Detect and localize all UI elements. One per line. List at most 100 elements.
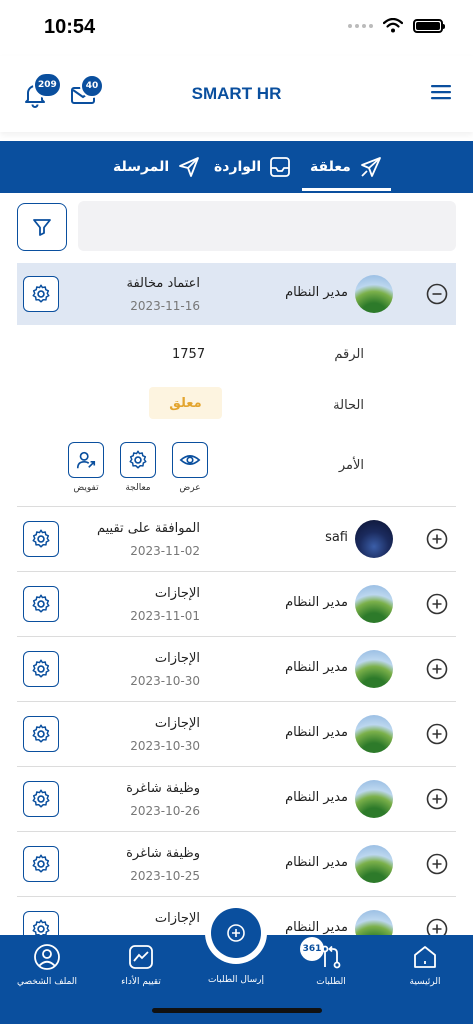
- tab-pending[interactable]: معلقة: [302, 141, 391, 193]
- request-title: الموافقة على تقييم: [96, 521, 200, 536]
- profile-icon: [34, 944, 60, 970]
- number-label: الرقم: [334, 347, 364, 362]
- divider: [17, 636, 456, 637]
- process-button[interactable]: [23, 276, 59, 312]
- gear-icon: [129, 450, 147, 469]
- avatar: [355, 780, 393, 818]
- requests-badge: 361: [300, 937, 324, 961]
- view-label: عرض: [179, 483, 201, 493]
- status-icons: [348, 18, 445, 33]
- plus-circle-icon: [227, 924, 245, 942]
- request-date: 2023-10-25: [130, 869, 200, 883]
- request-date: 2023-11-16: [130, 299, 200, 313]
- gear-icon: [32, 724, 50, 743]
- tab-label: المرسلة: [113, 159, 170, 175]
- process-button[interactable]: [23, 586, 59, 622]
- gear-icon: [32, 284, 50, 303]
- avatar: [355, 585, 393, 623]
- menu-button[interactable]: [429, 82, 453, 102]
- request-row[interactable]: الإجازات 2023-10-30 مدير النظام: [17, 703, 456, 765]
- nav-label: الرئيسية: [409, 977, 441, 987]
- process-button[interactable]: [23, 846, 59, 882]
- collapse-icon[interactable]: [426, 283, 448, 305]
- nav-home[interactable]: الرئيسية: [380, 943, 470, 987]
- divider: [17, 766, 456, 767]
- search-input[interactable]: [78, 201, 456, 251]
- wifi-icon: [383, 18, 403, 33]
- request-title: الإجازات: [154, 911, 200, 926]
- status-badge: معلق: [149, 387, 222, 419]
- number-value: 1757: [172, 347, 206, 362]
- expand-icon[interactable]: [426, 593, 448, 615]
- expand-icon[interactable]: [426, 788, 448, 810]
- request-title: وظيفة شاغرة: [126, 846, 200, 861]
- status-bar: 10:54: [0, 0, 473, 56]
- gear-icon: [32, 594, 50, 613]
- tab-sent[interactable]: المرسلة: [113, 141, 201, 193]
- process-button[interactable]: [23, 781, 59, 817]
- sender-name: safi: [325, 530, 348, 545]
- process-action-button[interactable]: [120, 442, 156, 478]
- delegate-user-icon: [76, 451, 96, 469]
- avatar: [355, 715, 393, 753]
- hamburger-icon: [431, 85, 451, 100]
- sender-name: مدير النظام: [285, 855, 348, 870]
- process-button[interactable]: [23, 651, 59, 687]
- app-title: SMART HR: [191, 84, 282, 103]
- battery-icon: [413, 18, 445, 33]
- view-button[interactable]: [172, 442, 208, 478]
- nav-performance[interactable]: تقييم الأداء: [96, 943, 186, 987]
- send-request-button[interactable]: [211, 908, 261, 958]
- inbox-icon: [270, 157, 291, 177]
- request-row[interactable]: الموافقة على تقييم 2023-11-02 safi: [17, 508, 456, 570]
- expand-icon[interactable]: [426, 853, 448, 875]
- nav-label: الطلبات: [316, 977, 346, 987]
- nav-label: الملف الشخصي: [17, 977, 77, 987]
- nav-label: تقييم الأداء: [121, 977, 161, 987]
- nav-profile[interactable]: الملف الشخصي: [2, 943, 92, 987]
- request-date: 2023-10-26: [130, 804, 200, 818]
- sender-name: مدير النظام: [285, 725, 348, 740]
- request-row[interactable]: وظيفة شاغرة 2023-10-26 مدير النظام: [17, 768, 456, 830]
- sender-name: مدير النظام: [285, 790, 348, 805]
- request-title: وظيفة شاغرة: [126, 781, 200, 796]
- expand-icon[interactable]: [426, 723, 448, 745]
- divider: [17, 701, 456, 702]
- tab-inbox[interactable]: الواردة: [214, 141, 291, 193]
- sender-name: مدير النظام: [285, 285, 348, 300]
- sender-name: مدير النظام: [285, 595, 348, 610]
- nav-label: إرسال الطلبات: [207, 975, 265, 985]
- request-row[interactable]: الإجازات 2023-11-01 مدير النظام: [17, 573, 456, 635]
- nav-send-requests-label-wrap: إرسال الطلبات: [191, 975, 281, 985]
- performance-chart-icon: [129, 945, 153, 969]
- status-label: الحالة: [333, 398, 364, 413]
- send-icon: [360, 157, 381, 177]
- request-date: 2023-10-30: [130, 674, 200, 688]
- request-date: 2023-10-30: [130, 739, 200, 753]
- delegate-label: تفويض: [73, 483, 99, 493]
- process-label: معالجة: [125, 483, 151, 493]
- delegate-button[interactable]: [68, 442, 104, 478]
- divider: [17, 506, 456, 507]
- avatar: [355, 275, 393, 313]
- process-button[interactable]: [23, 521, 59, 557]
- request-title: الإجازات: [154, 716, 200, 731]
- expand-icon[interactable]: [426, 658, 448, 680]
- request-row-expanded[interactable]: اعتماد مخالفة 2023-11-16 مدير النظام: [17, 263, 456, 325]
- gear-icon: [32, 854, 50, 873]
- avatar: [355, 845, 393, 883]
- sender-name: مدير النظام: [285, 660, 348, 675]
- divider: [17, 896, 456, 897]
- process-button[interactable]: [23, 716, 59, 752]
- expand-icon[interactable]: [426, 528, 448, 550]
- request-row[interactable]: وظيفة شاغرة 2023-10-25 مدير النظام: [17, 833, 456, 895]
- avatar: [355, 650, 393, 688]
- app-header: 209 40 SMART HR: [0, 56, 473, 132]
- gear-icon: [32, 789, 50, 808]
- gear-icon: [32, 529, 50, 548]
- tab-bar: المرسلة الواردة معلقة: [0, 141, 473, 193]
- tab-label: معلقة: [310, 159, 351, 175]
- request-date: 2023-11-02: [130, 544, 200, 558]
- filter-button[interactable]: [17, 203, 67, 251]
- request-row[interactable]: الإجازات 2023-10-30 مدير النظام: [17, 638, 456, 700]
